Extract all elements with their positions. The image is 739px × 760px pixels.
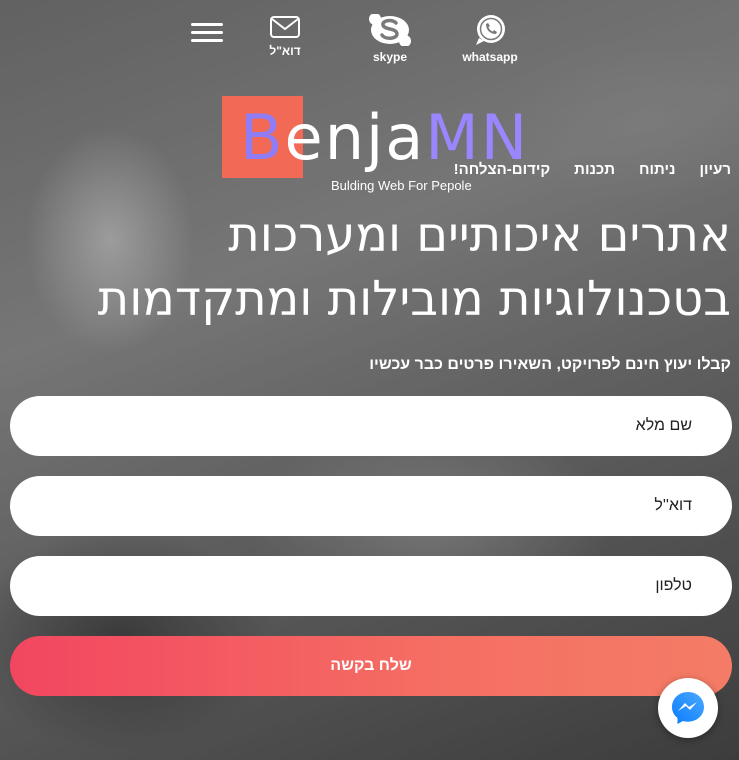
skype-icon: [369, 14, 411, 46]
logo-tagline: Bulding Web For Pepole: [331, 178, 472, 193]
messenger-icon: [672, 692, 704, 724]
envelope-icon: [270, 16, 300, 38]
whatsapp-icon: [476, 15, 505, 45]
email-contact-label: דוא"ל: [269, 44, 301, 58]
hero-subtitle: קבלו יעוץ חינם לפרויקט, השאירו פרטים כבר…: [369, 356, 731, 373]
main-nav: רעיון ניתוח תכנות קידום-הצלחה!: [454, 161, 731, 178]
skype-contact-label: skype: [372, 50, 408, 64]
site-logo[interactable]: BenjaMN Bulding Web For Pepole: [222, 96, 527, 196]
whatsapp-contact-label: whatsapp: [462, 50, 518, 64]
hero-headline-line1: אתרים איכותיים ומערכות: [228, 207, 731, 263]
logo-letter: B: [240, 101, 285, 174]
full-name-field[interactable]: [10, 396, 732, 456]
phone-field[interactable]: [10, 556, 732, 616]
logo-middle: enja: [284, 101, 426, 174]
whatsapp-contact-link[interactable]: whatsapp: [455, 14, 525, 64]
messenger-chat-button[interactable]: [658, 678, 718, 738]
nav-item-analysis[interactable]: ניתוח: [639, 161, 676, 178]
email-field[interactable]: [10, 476, 732, 536]
page: דוא"ל skype whatsapp BenjaMN Bulding Web…: [0, 0, 739, 760]
hero-headline-line2: בטכנולוגיות מובילות ומתקדמות: [97, 271, 731, 327]
nav-item-programming[interactable]: תכנות: [574, 161, 615, 178]
hero-headline: אתרים איכותיים ומערכות בטכנולוגיות מוביל…: [98, 203, 731, 331]
hamburger-menu-icon[interactable]: [191, 22, 223, 44]
skype-contact-link[interactable]: skype: [355, 14, 425, 64]
nav-item-idea[interactable]: רעיון: [700, 161, 732, 178]
email-contact-link[interactable]: דוא"ל: [250, 14, 320, 58]
nav-item-promotion[interactable]: קידום-הצלחה!: [454, 161, 551, 178]
submit-request-button[interactable]: שלח בקשה: [10, 636, 732, 696]
